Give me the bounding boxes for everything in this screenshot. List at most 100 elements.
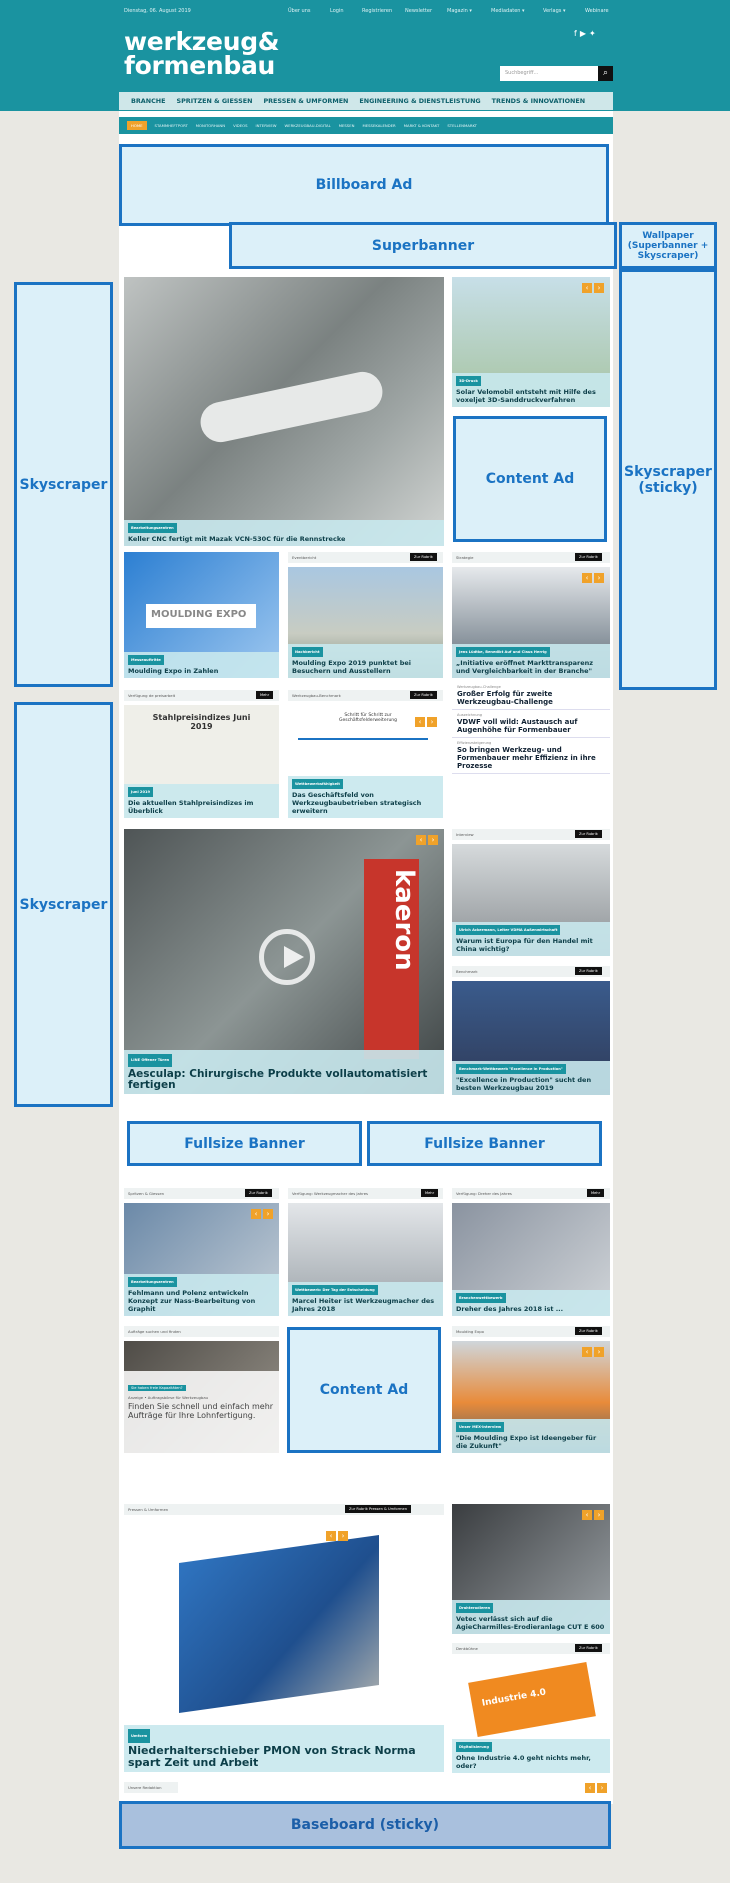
more-button[interactable]: Mehr [421,1189,439,1197]
fullsize-banner-ad[interactable]: Fullsize Banner [127,1121,362,1166]
slider-arrows[interactable]: ‹ › [585,1783,607,1793]
rubrik-button[interactable]: Zur Rubrik [575,1327,602,1335]
subnav-item[interactable]: MESSEN [339,123,355,128]
slider-arrows[interactable]: ‹ › [582,1510,604,1520]
skyscraper-ad[interactable]: Skyscraper [14,282,113,687]
slider-arrows[interactable]: ‹ › [582,1347,604,1357]
subnav-home[interactable]: HOME [127,121,147,130]
arrow-right-icon[interactable]: › [428,835,438,845]
arrow-left-icon[interactable]: ‹ [326,1531,336,1541]
arrow-left-icon[interactable]: ‹ [582,573,592,583]
subnav-item[interactable]: INTERVIEW [256,123,277,128]
search-icon[interactable]: ⌕ [598,66,613,81]
skyscraper-ad[interactable]: Skyscraper [14,702,113,1107]
mexpo-article[interactable]: ‹ › Unser MEX-Interview "Die Moulding Expo… [452,1341,610,1453]
rubrik-button[interactable]: Zur Rubrik [410,691,437,699]
turner-article[interactable]: Branchenwettbewerb Dreher des Jahres 2018… [452,1203,610,1316]
billboard-ad[interactable]: Billboard Ad [119,144,609,226]
auftraege-article[interactable]: Sie haben freie Kapazitäten? Anzeige • A… [124,1341,279,1453]
content-ad[interactable]: Content Ad [453,416,607,542]
pressen-article[interactable]: ‹ › Umform Niederhalterschieber PMON von S… [124,1519,444,1772]
slider-arrows[interactable]: ‹ › [416,835,438,845]
hero-article[interactable]: Bearbeitungszentren Keller CNC fertigt mi… [124,277,444,546]
rubrik-button[interactable]: Zur Rubrik [575,553,602,561]
subnav-item[interactable]: MONITORHANN [196,123,225,128]
top-link-login[interactable]: Login [330,8,344,14]
arrow-right-icon[interactable]: › [597,1783,607,1793]
arrow-right-icon[interactable]: › [427,717,437,727]
graphite-article[interactable]: ‹ › Bearbeitungszentren Fehlmann und Polen… [124,1203,279,1316]
list-item[interactable]: Effizienzsteigerung So bringen Werkzeug- … [452,738,610,774]
industrie-article[interactable]: Industrie 4.0 Digitalisierung Ohne Indust… [452,1658,610,1773]
arrow-left-icon[interactable]: ‹ [585,1783,595,1793]
nav-item-branche[interactable]: BRANCHE [131,97,166,105]
expo-news-article[interactable]: Nachbericht Moulding Expo 2019 punktet be… [288,567,443,678]
arrow-left-icon[interactable]: ‹ [251,1209,261,1219]
baseboard-sticky-ad[interactable]: Baseboard (sticky) [119,1801,611,1849]
slider-arrows[interactable]: ‹ › [582,283,604,293]
top-link-webinare[interactable]: Webinare [585,8,609,14]
wallpaper-ad[interactable]: Wallpaper (Superbanner + Skyscraper) [619,222,717,269]
nav-item-spritzen[interactable]: SPRITZEN & GIESSEN [177,97,253,105]
arrow-right-icon[interactable]: › [594,573,604,583]
arrow-right-icon[interactable]: › [594,1510,604,1520]
arrow-right-icon[interactable]: › [338,1531,348,1541]
nav-item-engineering[interactable]: ENGINEERING & DIENSTLEISTUNG [359,97,480,105]
interview-article[interactable]: Ulrich Ackermann, Leiter VDMA Außenwirts… [452,844,610,956]
top-link-magazin[interactable]: Magazin ▾ [447,8,472,14]
subnav-item[interactable]: WERKZEUGBAU-DIGITAL [285,123,331,128]
rubrik-button[interactable]: Zur Rubrik [245,1189,272,1197]
benchmark-article[interactable]: Schritt für Schritt zur Geschäftsfelderw… [288,705,443,818]
top-link-register[interactable]: Registrieren [362,8,392,14]
slider-arrows[interactable]: ‹ › [251,1209,273,1219]
play-icon[interactable] [259,929,315,985]
video-article[interactable]: kaeron ‹ › LINE Offener Türen Aesculap: Ch… [124,829,444,1094]
list-item[interactable]: Werkzeugbau-Challenge Großer Erfolg für z… [452,682,610,710]
social-icons[interactable]: f▶✦ [574,29,599,38]
top-link-1[interactable]: Über uns [288,8,311,14]
rubrik-button[interactable]: Zur Rubrik [575,1644,602,1652]
slider-arrows[interactable]: ‹ › [415,717,437,727]
rubrik-button[interactable]: Zur Rubrik [575,830,602,838]
superbanner-ad[interactable]: Superbanner [229,222,617,269]
strategy-article[interactable]: ‹ › Jens Lüdtke, Benedikt Auf und Claus H… [452,567,610,678]
expo-article[interactable]: MOULDING EXPO Messeauftritte Moulding Exp… [124,552,279,678]
youtube-icon[interactable]: ▶ [580,29,589,38]
subnav-item[interactable]: MESSEKALENDER [362,123,395,128]
arrow-left-icon[interactable]: ‹ [582,1347,592,1357]
rubrik-button[interactable]: Zur Rubrik Pressen & Umformen [345,1505,411,1513]
search-input[interactable]: Suchbegriff... [500,66,598,81]
arrow-left-icon[interactable]: ‹ [582,1510,592,1520]
site-logo[interactable]: werkzeug& formenbau [124,29,280,78]
list-item[interactable]: Auszeichnung VDWF voll wild: Austausch au… [452,710,610,738]
subnav-item[interactable]: STELLENMARKT [447,123,477,128]
top-link-mediadaten[interactable]: Mediadaten ▾ [491,8,525,14]
fullsize-banner-ad[interactable]: Fullsize Banner [367,1121,602,1166]
arrow-right-icon[interactable]: › [594,283,604,293]
rubrik-button[interactable]: Zur Rubrik [575,967,602,975]
top-link-verlag[interactable]: Verlags ▾ [543,8,566,14]
solar-article[interactable]: ‹ › 3D-Druck Solar Velomobil entsteht mit … [452,277,610,407]
more-button[interactable]: Mehr [256,691,274,699]
subnav-item[interactable]: VIDEOS [233,123,247,128]
vetec-article[interactable]: ‹ › Drahterodieren Vetec verlässt sich auf… [452,1504,610,1634]
toolmaker-article[interactable]: Wettbewerb: Der Tag der Entscheidung Marc… [288,1203,443,1316]
nav-item-pressen[interactable]: PRESSEN & UMFORMEN [263,97,348,105]
twitter-icon[interactable]: ✦ [589,29,599,38]
arrow-left-icon[interactable]: ‹ [416,835,426,845]
top-link-newsletter[interactable]: Newsletter [405,8,432,14]
slider-arrows[interactable]: ‹ › [326,1531,348,1541]
subnav-item[interactable]: MARKT & KONTAKT [404,123,440,128]
subnav-item[interactable]: STAMMHEFTPORT [155,123,188,128]
nav-item-trends[interactable]: TRENDS & INNOVATIONEN [492,97,585,105]
steel-index-article[interactable]: Stahlpreisindizes Juni 2019 Juni 2019 Die… [124,705,279,818]
more-button[interactable]: Mehr [587,1189,605,1197]
arrow-left-icon[interactable]: ‹ [415,717,425,727]
skyscraper-sticky-ad[interactable]: Skyscraper (sticky) [619,269,717,690]
arrow-right-icon[interactable]: › [263,1209,273,1219]
excellence-article[interactable]: Benchmark-Wettbewerb "Excellence in Prod… [452,981,610,1095]
arrow-right-icon[interactable]: › [594,1347,604,1357]
rubrik-button[interactable]: Zur Rubrik [410,553,437,561]
content-ad[interactable]: Content Ad [287,1327,441,1453]
slider-arrows[interactable]: ‹ › [582,573,604,583]
